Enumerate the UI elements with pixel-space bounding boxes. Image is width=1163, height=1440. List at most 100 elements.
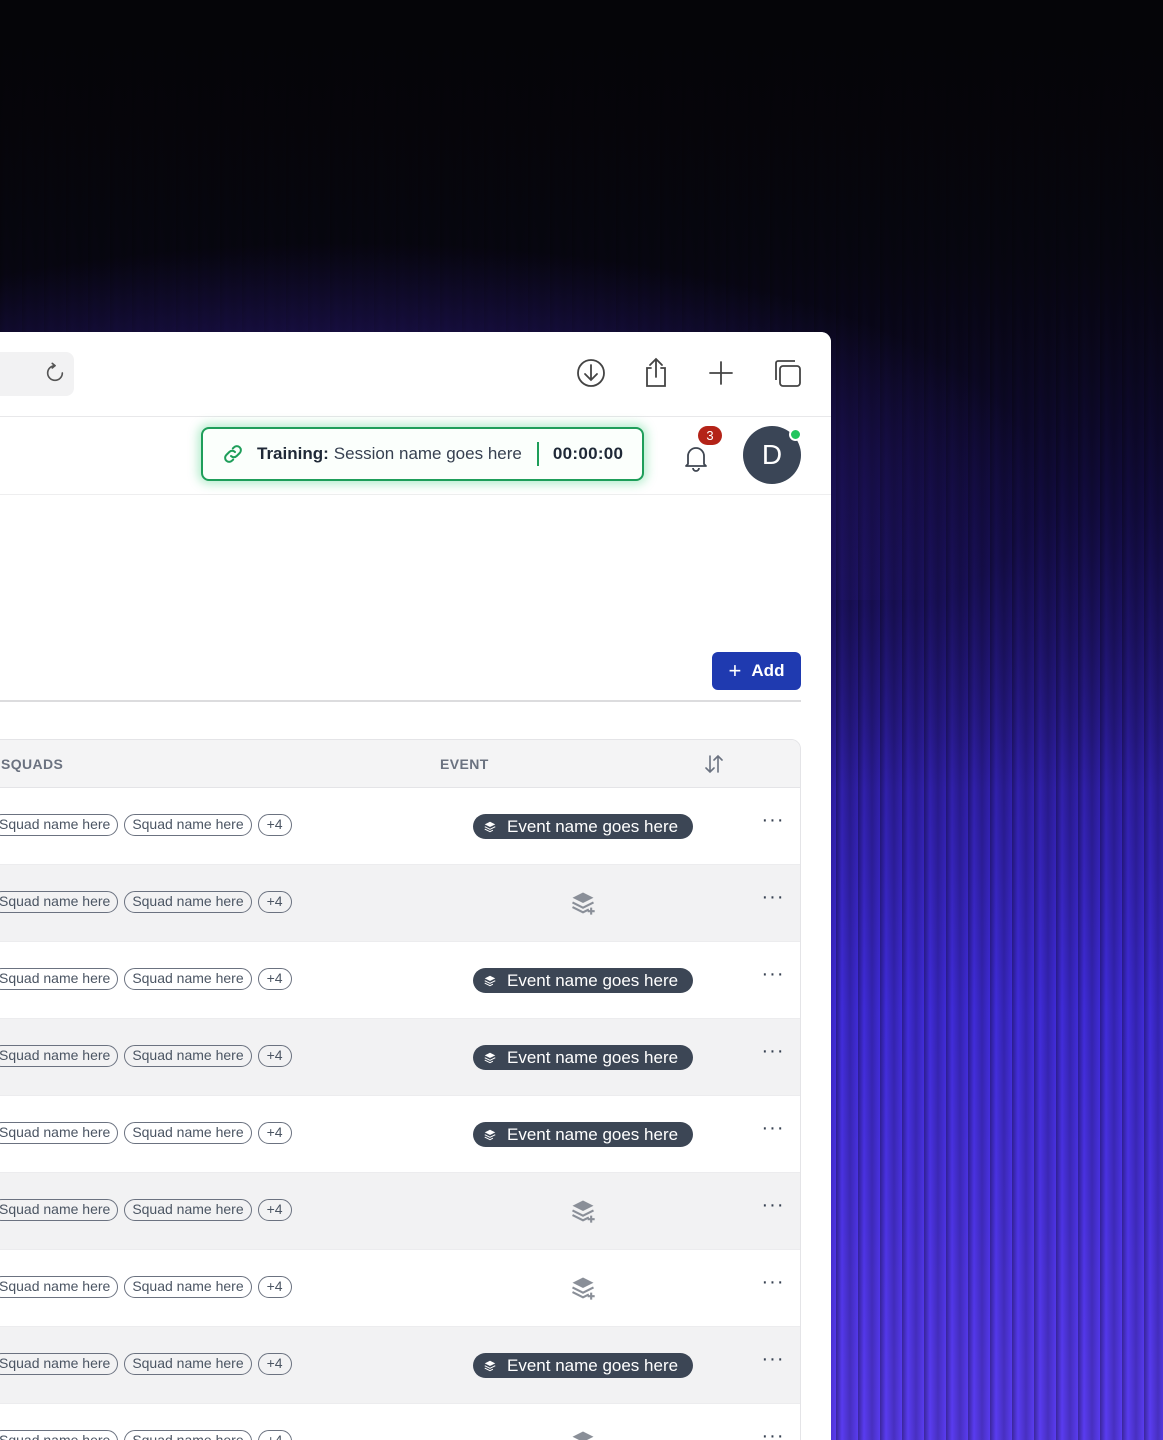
squad-chip[interactable]: Squad name here (0, 968, 119, 990)
add-button-label: Add (751, 661, 785, 680)
browser-window: Training: Session name goes here 00:00:0… (0, 332, 831, 1440)
table-row[interactable]: Squad name here Squad name here +4 Event na… (0, 788, 800, 865)
column-header-squads[interactable]: SQUADS (1, 756, 63, 772)
session-name: Session name goes here (333, 444, 522, 463)
row-more-menu-icon[interactable]: ··· (761, 1426, 785, 1440)
event-name: Event name goes here (507, 1124, 679, 1144)
squad-chip[interactable]: Squad name here (0, 1276, 119, 1298)
layers-icon (484, 1360, 496, 1371)
table-header: SQUADS EVENT (0, 740, 800, 788)
notification-count-badge: 3 (698, 426, 722, 445)
training-session-indicator[interactable]: Training: Session name goes here 00:00:0… (201, 427, 644, 481)
squad-chips: Squad name here Squad name here +4 (0, 1353, 292, 1375)
layers-icon (484, 821, 496, 832)
more-squads-chip[interactable]: +4 (257, 891, 292, 913)
table-row[interactable]: Squad name here Squad name here +4 ··· (0, 865, 800, 942)
table-row[interactable]: Squad name here Squad name here +4 Event na… (0, 1327, 800, 1404)
squad-chip[interactable]: Squad name here (0, 1122, 119, 1144)
layers-icon (484, 1129, 496, 1140)
sessions-table: SQUADS EVENT Squad name here Squad name h… (0, 739, 801, 1440)
row-more-menu-icon[interactable]: ··· (761, 1195, 785, 1219)
add-event-layers-icon[interactable] (569, 1197, 597, 1225)
more-squads-chip[interactable]: +4 (257, 1045, 292, 1067)
new-tab-icon[interactable] (704, 356, 738, 390)
browser-toolbar (0, 332, 831, 417)
event-pill[interactable]: Event name goes here (473, 814, 693, 839)
more-squads-chip[interactable]: +4 (257, 1199, 292, 1221)
table-row[interactable]: Squad name here Squad name here +4 ··· (0, 1173, 800, 1250)
event-pill[interactable]: Event name goes here (473, 1122, 693, 1147)
row-more-menu-icon[interactable]: ··· (761, 1118, 785, 1142)
section-divider (0, 700, 801, 702)
more-squads-chip[interactable]: +4 (257, 1430, 292, 1440)
squad-chips: Squad name here Squad name here +4 (0, 814, 292, 836)
row-more-menu-icon[interactable]: ··· (761, 887, 785, 911)
squad-chip[interactable]: Squad name here (0, 1199, 119, 1221)
share-icon[interactable] (639, 356, 673, 390)
event-name: Event name goes here (507, 816, 679, 836)
table-row[interactable]: Squad name here Squad name here +4 ··· (0, 1250, 800, 1327)
row-more-menu-icon[interactable]: ··· (761, 810, 785, 834)
tabs-overview-icon[interactable] (770, 356, 804, 390)
add-button[interactable]: + Add (712, 652, 801, 690)
squad-chip[interactable]: Squad name here (124, 968, 252, 990)
download-icon[interactable] (574, 356, 608, 390)
squad-chips: Squad name here Squad name here +4 (0, 1045, 292, 1067)
squad-chips: Squad name here Squad name here +4 (0, 1199, 292, 1221)
table-row[interactable]: Squad name here Squad name here +4 ··· (0, 1404, 800, 1440)
squad-chip[interactable]: Squad name here (124, 1199, 252, 1221)
squad-chips: Squad name here Squad name here +4 (0, 1122, 292, 1144)
more-squads-chip[interactable]: +4 (257, 968, 292, 990)
table-body: Squad name here Squad name here +4 Event na… (0, 788, 800, 1440)
event-pill[interactable]: Event name goes here (473, 1353, 693, 1378)
more-squads-chip[interactable]: +4 (257, 1353, 292, 1375)
squad-chip[interactable]: Squad name here (0, 1430, 119, 1440)
layers-icon (484, 1052, 496, 1063)
bell-icon[interactable] (682, 443, 710, 473)
squad-chip[interactable]: Squad name here (124, 814, 252, 836)
link-icon (224, 445, 242, 463)
squad-chip[interactable]: Squad name here (124, 1276, 252, 1298)
squad-chip[interactable]: Squad name here (124, 1122, 252, 1144)
squad-chip[interactable]: Squad name here (124, 1430, 252, 1440)
event-name: Event name goes here (507, 1047, 679, 1067)
more-squads-chip[interactable]: +4 (257, 1122, 292, 1144)
row-more-menu-icon[interactable]: ··· (761, 1272, 785, 1296)
row-more-menu-icon[interactable]: ··· (761, 1041, 785, 1065)
add-event-layers-icon[interactable] (569, 1274, 597, 1302)
row-more-menu-icon[interactable]: ··· (761, 1349, 785, 1373)
more-squads-chip[interactable]: +4 (257, 1276, 292, 1298)
squad-chips: Squad name here Squad name here +4 (0, 1276, 292, 1298)
table-row[interactable]: Squad name here Squad name here +4 Event na… (0, 1019, 800, 1096)
row-more-menu-icon[interactable]: ··· (761, 964, 785, 988)
event-pill[interactable]: Event name goes here (473, 968, 693, 993)
squad-chip[interactable]: Squad name here (124, 1045, 252, 1067)
squad-chip[interactable]: Squad name here (0, 891, 119, 913)
table-row[interactable]: Squad name here Squad name here +4 Event na… (0, 1096, 800, 1173)
squad-chip[interactable]: Squad name here (0, 1045, 119, 1067)
layers-icon (484, 975, 496, 986)
squad-chip[interactable]: Squad name here (0, 1353, 119, 1375)
squad-chip[interactable]: Squad name here (124, 891, 252, 913)
session-timer: 00:00:00 (552, 444, 624, 463)
squad-chips: Squad name here Squad name here +4 (0, 891, 292, 913)
squad-chip[interactable]: Squad name here (124, 1353, 252, 1375)
app-header: Training: Session name goes here 00:00:0… (0, 416, 831, 495)
squad-chips: Squad name here Squad name here +4 (0, 1430, 292, 1440)
sort-icon[interactable] (703, 753, 725, 775)
event-name: Event name goes here (507, 1355, 679, 1375)
more-squads-chip[interactable]: +4 (257, 814, 292, 836)
reload-icon[interactable] (44, 362, 66, 384)
event-name: Event name goes here (507, 970, 679, 990)
squad-chips: Squad name here Squad name here +4 (0, 968, 292, 990)
add-event-layers-icon[interactable] (569, 889, 597, 917)
session-label: Training: (257, 444, 329, 463)
plus-icon: + (728, 658, 742, 683)
column-header-event[interactable]: EVENT (440, 756, 489, 772)
squad-chip[interactable]: Squad name here (0, 814, 119, 836)
add-event-layers-icon[interactable] (569, 1428, 597, 1440)
session-divider (536, 442, 539, 466)
online-status-dot (789, 428, 802, 441)
event-pill[interactable]: Event name goes here (473, 1045, 693, 1070)
table-row[interactable]: Squad name here Squad name here +4 Event na… (0, 942, 800, 1019)
